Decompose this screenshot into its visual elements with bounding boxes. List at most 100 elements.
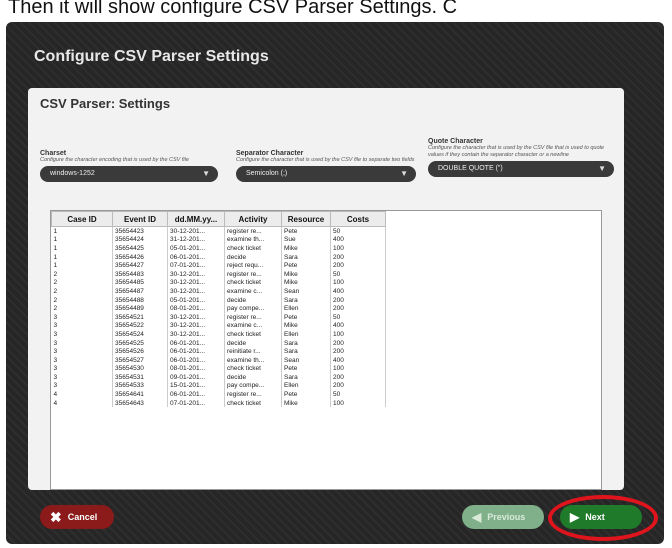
table-row[interactable]: 3 35654524 30-12-201... check ticket Ellen 10… bbox=[51, 330, 591, 339]
table-row[interactable]: 3 35654533 15-01-201... pay compe... Ellen 20… bbox=[51, 381, 591, 391]
table-row[interactable]: 2 35654487 30-12-201... examine c... Sean 400 bbox=[51, 287, 591, 296]
table-row[interactable]: 3 35654521 30-12-201... register re... Pete 5… bbox=[51, 312, 591, 322]
cell-event-id: 35654485 bbox=[112, 278, 168, 288]
preview-table[interactable]: Case ID Event ID dd.MM.yy... Activity Re… bbox=[50, 210, 602, 490]
table-row[interactable]: 3 35654525 06-01-201... decide Sara 200 bbox=[51, 338, 591, 348]
row-filler bbox=[386, 365, 591, 374]
row-filler bbox=[386, 373, 591, 382]
cell-activity: reject requ... bbox=[224, 261, 282, 270]
column-header-case-id[interactable]: Case ID bbox=[51, 211, 113, 227]
cell-activity: register re... bbox=[224, 226, 282, 236]
cell-date: 30-12-201... bbox=[167, 321, 225, 331]
cell-costs: 50 bbox=[330, 226, 386, 236]
cell-activity: examine c... bbox=[224, 287, 282, 296]
cell-resource: Sean bbox=[281, 355, 331, 365]
cell-date: 06-01-201... bbox=[167, 338, 225, 348]
cell-case-id: 3 bbox=[51, 312, 113, 322]
table-row[interactable]: 3 35654530 08-01-201... check ticket Pete 100 bbox=[51, 364, 591, 374]
separator-desc: Configure the character that is used by … bbox=[236, 157, 415, 163]
cell-activity: check ticket bbox=[224, 330, 282, 339]
previous-button[interactable]: ◀ Previous bbox=[462, 505, 544, 529]
cell-costs: 100 bbox=[330, 330, 386, 339]
cancel-button[interactable]: ✖ Cancel bbox=[40, 505, 114, 529]
cell-resource: Sara bbox=[281, 347, 331, 356]
row-filler bbox=[386, 382, 591, 391]
cell-event-id: 35654427 bbox=[112, 261, 168, 270]
table-row[interactable]: 2 35654483 30-12-201... register re... Mike 5… bbox=[51, 269, 591, 279]
cell-resource: Pete bbox=[281, 226, 331, 236]
cell-resource: Sara bbox=[281, 295, 331, 305]
cell-case-id: 4 bbox=[51, 390, 113, 399]
table-row[interactable]: 4 35654641 06-01-201... register re... Pete 5… bbox=[51, 390, 591, 399]
cell-date: 30-12-201... bbox=[167, 278, 225, 288]
cell-costs: 200 bbox=[330, 261, 386, 270]
table-row[interactable]: 1 35654424 31-12-201... examine th... Sue 400 bbox=[51, 235, 591, 245]
table-row[interactable]: 2 35654489 08-01-201... pay compe... Ellen 20… bbox=[51, 304, 591, 313]
cell-costs: 200 bbox=[330, 304, 386, 313]
cell-costs: 50 bbox=[330, 312, 386, 322]
separator-label: Separator Character bbox=[236, 150, 304, 157]
cell-case-id: 1 bbox=[51, 252, 113, 262]
cell-activity: check ticket bbox=[224, 278, 282, 288]
table-row[interactable]: 1 35654423 30-12-201... register re... Pete 5… bbox=[51, 226, 591, 236]
table-row[interactable]: 4 35654643 07-01-201... check ticket Mike 100 bbox=[51, 398, 591, 408]
table-row[interactable]: 3 35654522 30-12-201... examine c... Mike 400 bbox=[51, 321, 591, 331]
cell-activity: pay compe... bbox=[224, 381, 282, 391]
cell-activity: pay compe... bbox=[224, 304, 282, 313]
cell-case-id: 1 bbox=[51, 244, 113, 253]
table-row[interactable]: 2 35654485 30-12-201... check ticket Mike 100 bbox=[51, 278, 591, 288]
cell-date: 06-01-201... bbox=[167, 347, 225, 356]
row-filler bbox=[386, 296, 591, 305]
cell-costs: 100 bbox=[330, 244, 386, 253]
cell-date: 30-12-201... bbox=[167, 269, 225, 279]
charset-select[interactable]: windows-1252 ▼ bbox=[40, 166, 218, 182]
caption-text: Then it will show configure CSV Parser S… bbox=[8, 0, 458, 18]
cell-event-id: 35654483 bbox=[112, 269, 168, 279]
separator-select[interactable]: Semicolon (;) ▼ bbox=[236, 166, 416, 182]
cell-case-id: 2 bbox=[51, 295, 113, 305]
cell-event-id: 35654525 bbox=[112, 338, 168, 348]
column-header-date[interactable]: dd.MM.yy... bbox=[167, 211, 225, 227]
table-row[interactable]: 1 35654426 06-01-201... decide Sara 200 bbox=[51, 252, 591, 262]
separator-group: Separator Character Configure the charac… bbox=[236, 150, 416, 182]
cell-costs: 200 bbox=[330, 373, 386, 382]
table-row[interactable]: 1 35654425 05-01-201... check ticket Mike 100 bbox=[51, 244, 591, 253]
cell-activity: register re... bbox=[224, 269, 282, 279]
arrow-left-icon: ◀ bbox=[472, 510, 482, 524]
cell-event-id: 35654423 bbox=[112, 226, 168, 236]
cell-resource: Sara bbox=[281, 373, 331, 382]
cell-activity: register re... bbox=[224, 312, 282, 322]
close-icon: ✖ bbox=[50, 509, 62, 525]
cell-resource: Sara bbox=[281, 338, 331, 348]
column-header-activity[interactable]: Activity bbox=[224, 211, 282, 227]
row-filler bbox=[386, 399, 591, 408]
cell-event-id: 35654521 bbox=[112, 312, 168, 322]
cell-resource: Ellen bbox=[281, 304, 331, 313]
table-row[interactable]: 3 35654526 06-01-201... reinitiate r... Sara… bbox=[51, 347, 591, 356]
cell-activity: examine th... bbox=[224, 235, 282, 245]
cell-costs: 200 bbox=[330, 295, 386, 305]
table-row[interactable]: 3 35654527 06-01-201... examine th... Sean 40… bbox=[51, 355, 591, 365]
column-header-resource[interactable]: Resource bbox=[281, 211, 331, 227]
cell-event-id: 35654643 bbox=[112, 398, 168, 408]
cell-case-id: 3 bbox=[51, 355, 113, 365]
chevron-down-icon: ▼ bbox=[202, 169, 210, 178]
row-filler bbox=[386, 322, 591, 331]
table-row[interactable]: 2 35654488 05-01-201... decide Sara 200 bbox=[51, 295, 591, 305]
column-header-event-id[interactable]: Event ID bbox=[112, 211, 168, 227]
quote-select[interactable]: DOUBLE QUOTE (") ▼ bbox=[428, 161, 614, 177]
cell-activity: reinitiate r... bbox=[224, 347, 282, 356]
column-header-costs[interactable]: Costs bbox=[330, 211, 386, 227]
row-filler bbox=[386, 287, 591, 296]
cell-costs: 100 bbox=[330, 398, 386, 408]
table-row[interactable]: 1 35654427 07-01-201... reject requ... Pete 2… bbox=[51, 261, 591, 270]
cell-activity: examine c... bbox=[224, 321, 282, 331]
quote-group: Quote Character Configure the character … bbox=[428, 138, 614, 177]
table-row[interactable]: 3 35654531 09-01-201... decide Sara 200 bbox=[51, 373, 591, 382]
cell-case-id: 1 bbox=[51, 261, 113, 270]
cell-date: 15-01-201... bbox=[167, 381, 225, 391]
previous-label: Previous bbox=[487, 512, 526, 522]
cell-date: 06-01-201... bbox=[167, 355, 225, 365]
highlight-circle bbox=[548, 495, 658, 541]
quote-label: Quote Character bbox=[428, 138, 483, 145]
